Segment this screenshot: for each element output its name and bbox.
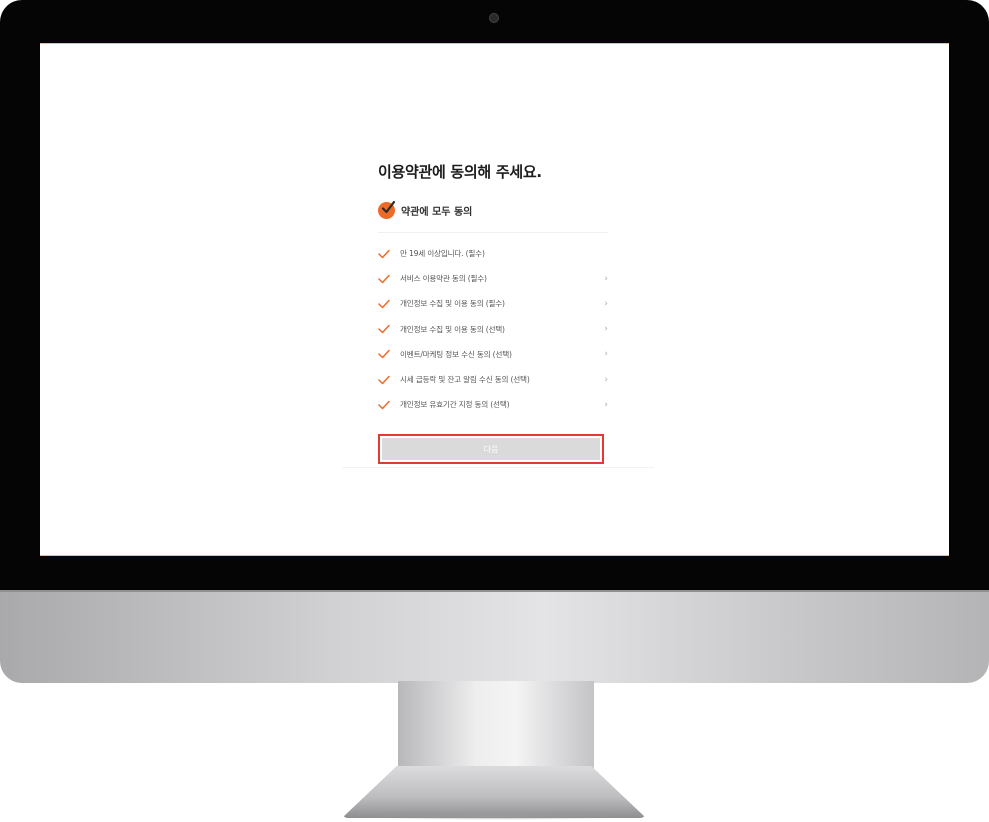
term-label: 이벤트/마케팅 정보 수신 동의 (선택) — [400, 349, 512, 359]
page-title: 이용약관에 동의해 주세요. — [378, 163, 542, 181]
agree-all-label: 약관에 모두 동의 — [401, 206, 473, 218]
next-button[interactable]: 다음 — [382, 438, 600, 461]
term-item-service[interactable]: 서비스 이용약관 동의 (필수) › — [378, 266, 608, 291]
term-item-retention[interactable]: 개인정보 유효기간 지정 동의 (선택) › — [378, 392, 608, 417]
term-item-price-alert[interactable]: 시세 급등락 및 잔고 알림 수신 동의 (선택) › — [378, 367, 608, 392]
term-label: 만 19세 이상입니다. (필수) — [400, 249, 485, 259]
term-item-privacy-optional[interactable]: 개인정보 수집 및 이용 동의 (선택) › — [378, 317, 608, 342]
screen: 이용약관에 동의해 주세요. 약관에 모두 동의 만 19세 이상입니다. (필… — [40, 43, 949, 556]
chevron-right-icon[interactable]: › — [600, 324, 608, 334]
chevron-right-icon[interactable]: › — [600, 349, 608, 359]
next-button-highlight: 다음 — [378, 434, 604, 465]
check-icon — [378, 375, 390, 384]
term-item-privacy-required[interactable]: 개인정보 수집 및 이용 동의 (필수) › — [378, 291, 608, 316]
divider — [342, 467, 654, 469]
chevron-right-icon[interactable]: › — [600, 375, 608, 385]
monitor-stand-foot — [342, 766, 646, 818]
term-label: 서비스 이용약관 동의 (필수) — [400, 274, 487, 284]
monitor-chin — [0, 590, 989, 683]
chevron-right-icon[interactable]: › — [600, 299, 608, 309]
term-item-age[interactable]: 만 19세 이상입니다. (필수) — [378, 241, 608, 266]
term-label: 개인정보 유효기간 지정 동의 (선택) — [400, 400, 510, 410]
camera-icon — [489, 13, 499, 23]
chevron-right-icon[interactable]: › — [600, 274, 608, 284]
terms-panel: 이용약관에 동의해 주세요. 약관에 모두 동의 만 19세 이상입니다. (필… — [342, 162, 654, 469]
check-icon — [378, 350, 390, 359]
check-icon — [378, 274, 390, 284]
check-icon — [378, 249, 390, 258]
chevron-right-icon[interactable]: › — [600, 400, 608, 410]
check-icon — [378, 299, 390, 309]
check-icon — [378, 400, 390, 409]
check-circle-icon — [378, 200, 396, 219]
term-label: 시세 급등락 및 잔고 알림 수신 동의 (선택) — [400, 375, 530, 385]
agree-all-checkbox[interactable]: 약관에 모두 동의 — [378, 198, 608, 233]
check-icon — [378, 324, 390, 334]
terms-list: 만 19세 이상입니다. (필수) 서비스 이용약관 동의 (필수) › 개인정… — [378, 241, 608, 417]
term-label: 개인정보 수집 및 이용 동의 (선택) — [400, 324, 505, 334]
term-label: 개인정보 수집 및 이용 동의 (필수) — [400, 299, 505, 309]
stand-shadow — [350, 812, 640, 820]
term-item-marketing[interactable]: 이벤트/마케팅 정보 수신 동의 (선택) › — [378, 342, 608, 367]
